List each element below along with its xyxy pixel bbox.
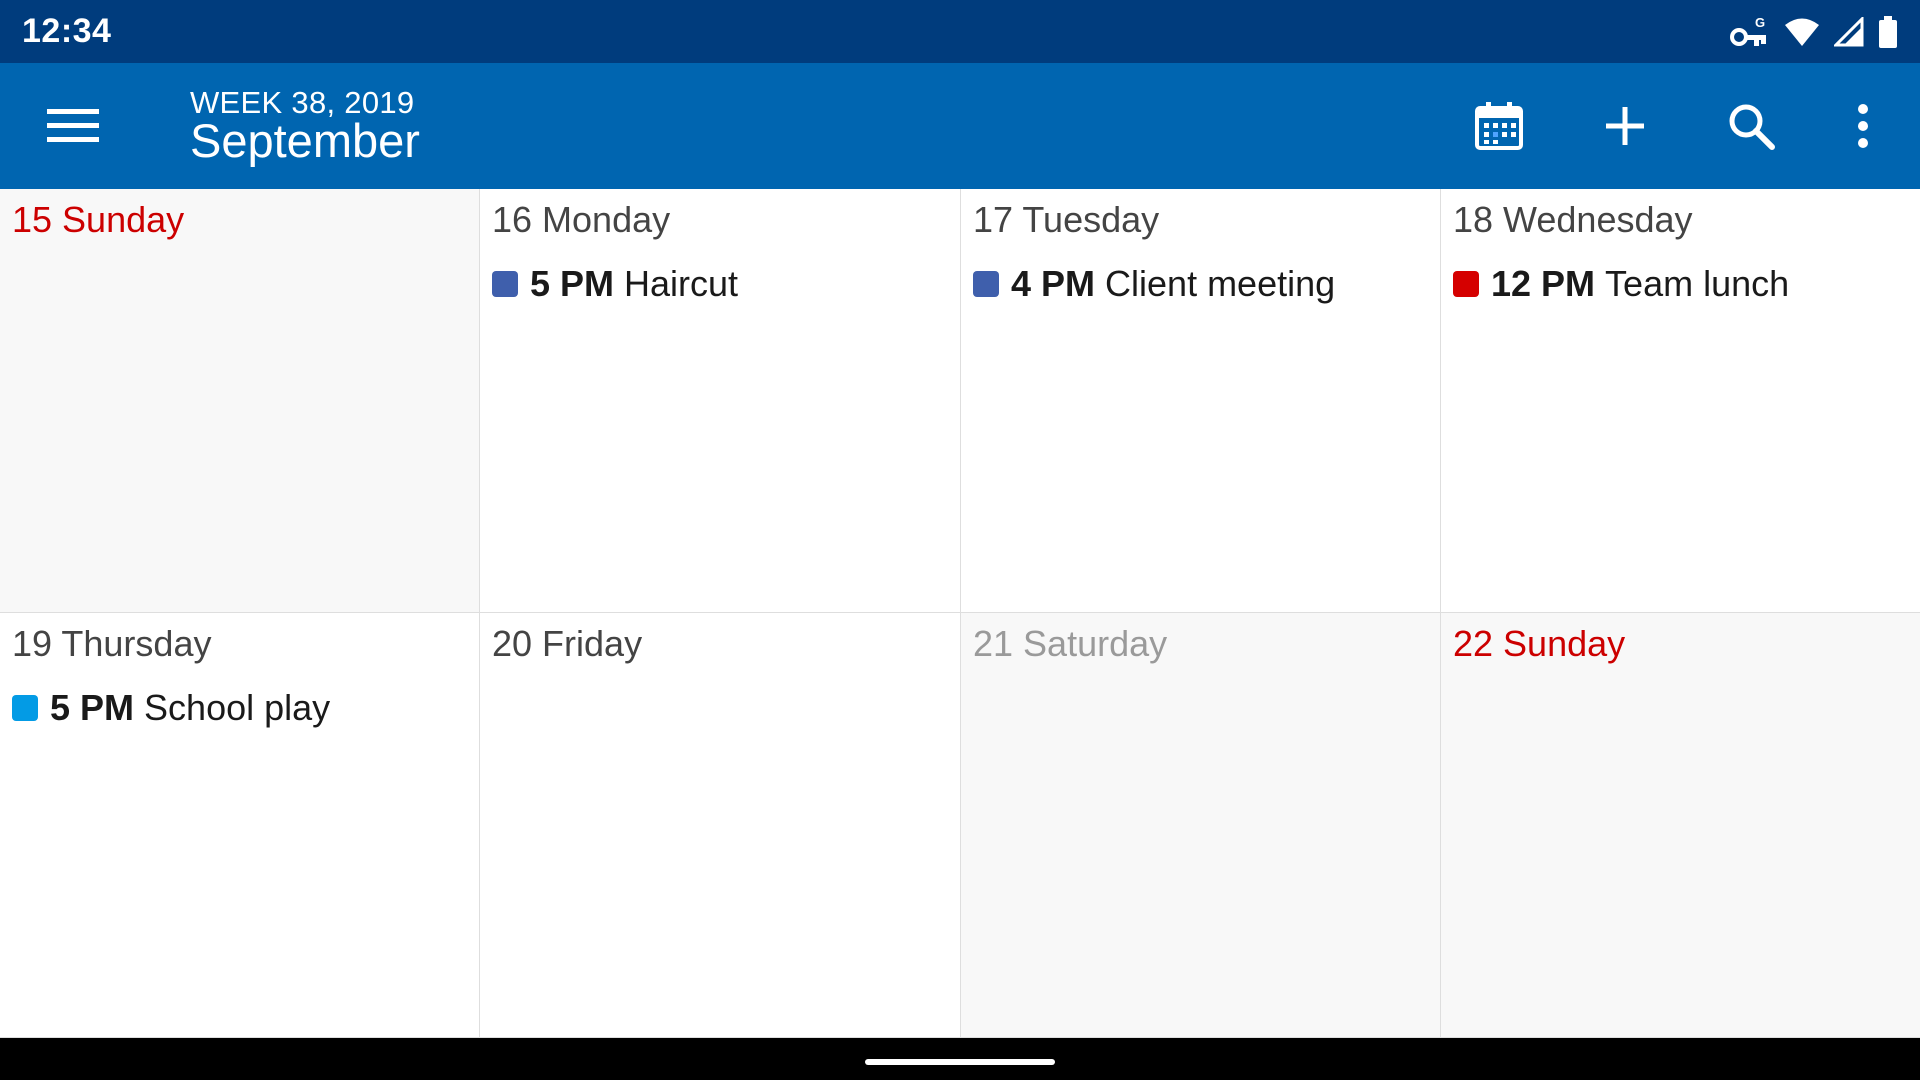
- menu-button[interactable]: [38, 96, 108, 156]
- day-label: 15 Sunday: [12, 199, 185, 240]
- event-title: Team lunch: [1605, 263, 1790, 304]
- add-event-button[interactable]: [1592, 93, 1658, 159]
- day-label: 20 Friday: [492, 623, 643, 664]
- day-cell[interactable]: 16 Monday 5 PM Haircut: [480, 189, 961, 613]
- day-cell[interactable]: 22 Sunday: [1441, 613, 1920, 1038]
- calendar-today-icon: [1475, 102, 1523, 150]
- event-item[interactable]: 5 PM Haircut: [492, 263, 948, 305]
- app-bar: WEEK 38, 2019 September: [0, 63, 1920, 189]
- event-item[interactable]: 5 PM School play: [12, 687, 467, 729]
- day-cell[interactable]: 17 Tuesday 4 PM Client meeting: [961, 189, 1441, 613]
- day-label: 16 Monday: [492, 199, 671, 240]
- event-time: 5 PM: [50, 687, 135, 728]
- day-cell[interactable]: 19 Thursday 5 PM School play: [0, 613, 480, 1038]
- event-color-dot: [1453, 271, 1479, 297]
- status-bar: 12:34 G: [0, 0, 1920, 63]
- search-button[interactable]: [1718, 93, 1784, 159]
- search-icon: [1729, 104, 1775, 150]
- battery-icon: [1878, 15, 1898, 49]
- add-icon: [1606, 107, 1644, 145]
- event-title: School play: [144, 687, 331, 728]
- day-label: 22 Sunday: [1453, 623, 1626, 664]
- vpn-key-icon: G: [1730, 15, 1770, 49]
- status-time: 12:34: [22, 12, 112, 50]
- status-icons: G: [1730, 15, 1898, 49]
- event-time: 12 PM: [1491, 263, 1596, 304]
- menu-icon: [47, 109, 99, 142]
- more-vert-icon: [1858, 104, 1868, 148]
- event-color-dot: [492, 271, 518, 297]
- day-cell[interactable]: 21 Saturday: [961, 613, 1441, 1038]
- event-item[interactable]: 12 PM Team lunch: [1453, 263, 1908, 305]
- day-label: 18 Wednesday: [1453, 199, 1693, 240]
- more-options-button[interactable]: [1830, 93, 1896, 159]
- navigation-bar: [0, 1038, 1920, 1080]
- event-item[interactable]: 4 PM Client meeting: [973, 263, 1428, 305]
- month-title: September: [190, 114, 420, 167]
- title-block[interactable]: WEEK 38, 2019 September: [190, 86, 420, 167]
- day-label: 21 Saturday: [973, 623, 1168, 664]
- home-gesture-handle[interactable]: [865, 1059, 1055, 1065]
- cellular-signal-icon: [1834, 16, 1864, 47]
- day-label: 17 Tuesday: [973, 199, 1160, 240]
- wifi-icon: [1784, 17, 1820, 47]
- day-label: 19 Thursday: [12, 623, 212, 664]
- event-color-dot: [973, 271, 999, 297]
- event-time: 5 PM: [530, 263, 615, 304]
- event-title: Client meeting: [1105, 263, 1336, 304]
- event-title: Haircut: [624, 263, 739, 304]
- day-cell[interactable]: 18 Wednesday 12 PM Team lunch: [1441, 189, 1920, 613]
- day-cell[interactable]: 15 Sunday: [0, 189, 480, 613]
- day-cell[interactable]: 20 Friday: [480, 613, 961, 1038]
- event-time: 4 PM: [1011, 263, 1096, 304]
- event-color-dot: [12, 695, 38, 721]
- svg-text:G: G: [1755, 15, 1765, 30]
- go-to-today-button[interactable]: [1466, 93, 1532, 159]
- week-grid: 15 Sunday 16 Monday 5 PM Haircut 17 Tues…: [0, 189, 1920, 1038]
